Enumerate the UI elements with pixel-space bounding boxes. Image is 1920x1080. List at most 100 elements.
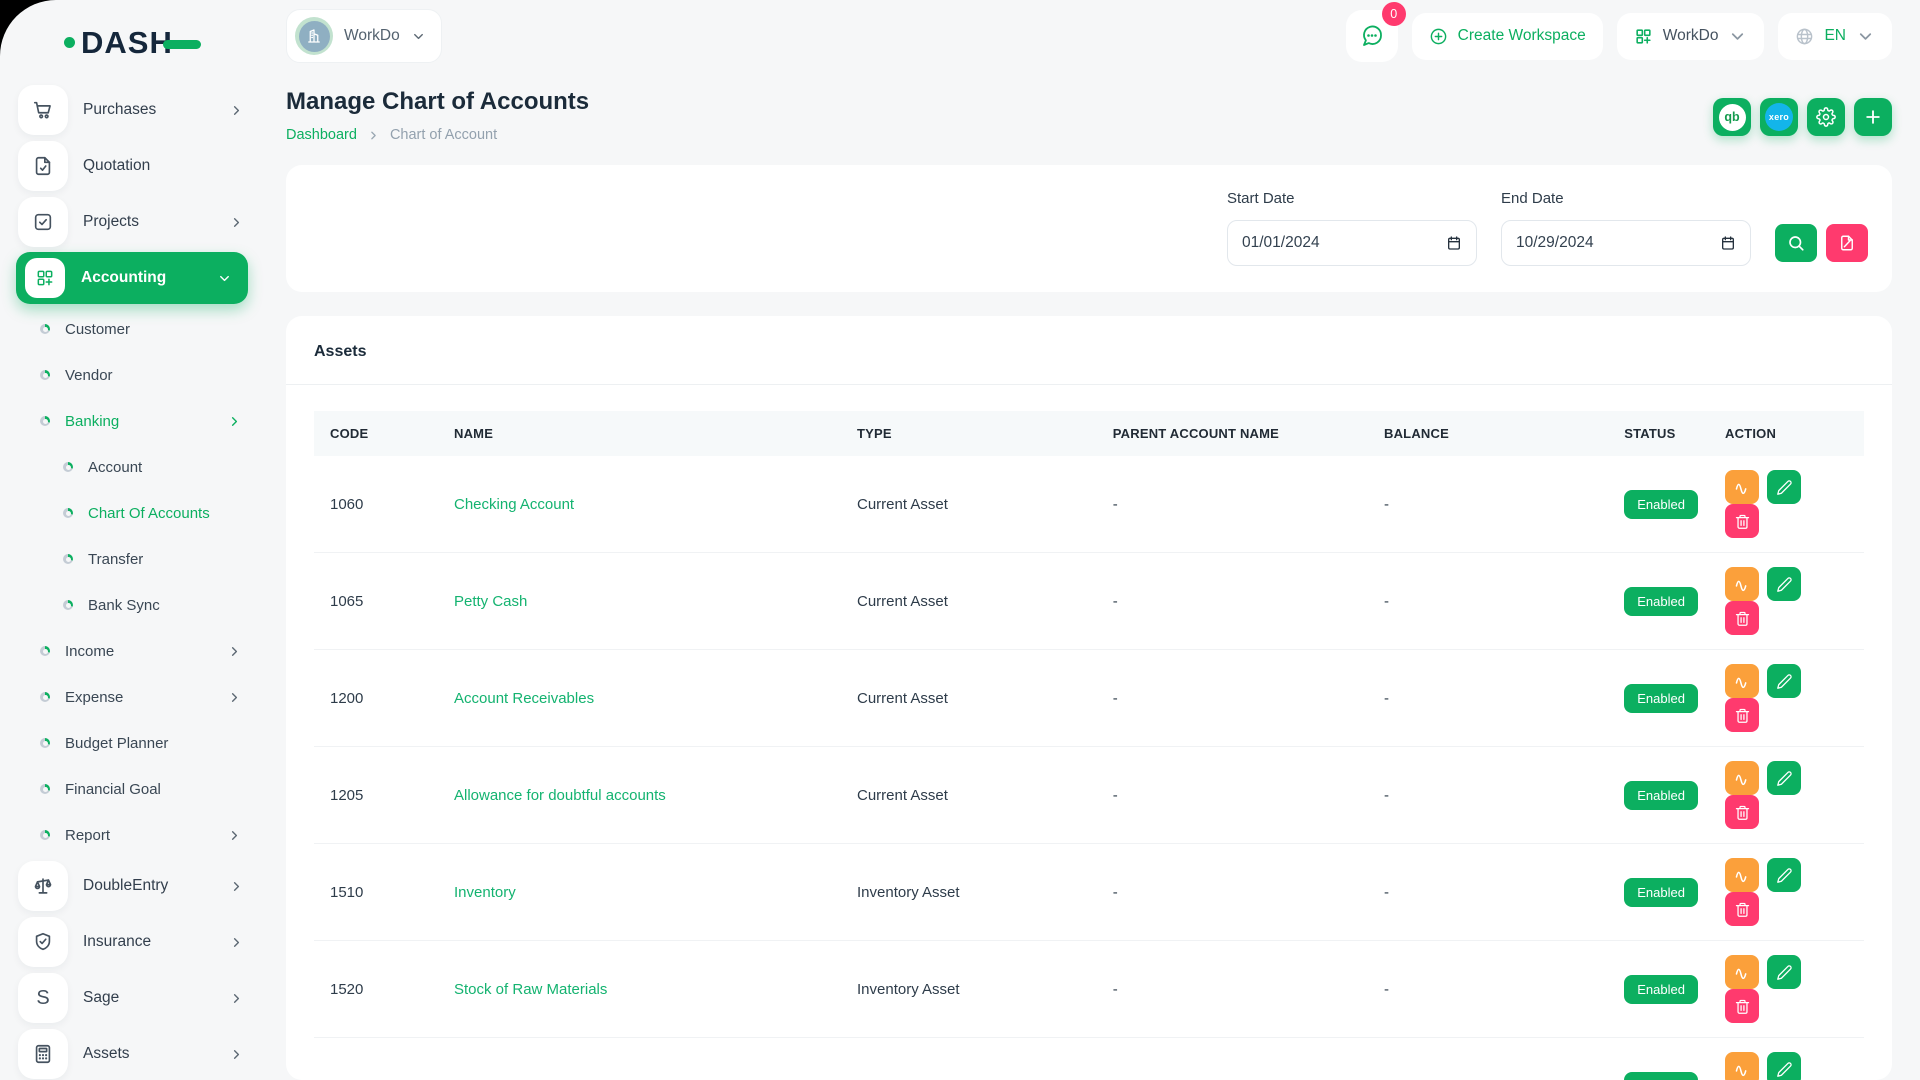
sidebar-item-income[interactable]: Income	[0, 628, 264, 674]
xero-button[interactable]: xero	[1760, 98, 1798, 136]
start-date-value: 01/01/2024	[1242, 234, 1320, 252]
account-name-link[interactable]: Account Receivables	[454, 690, 594, 707]
edit-button[interactable]	[1767, 470, 1801, 504]
activity-button[interactable]	[1725, 761, 1759, 795]
messages-button[interactable]: 0	[1346, 10, 1398, 62]
sidebar-item-quotation[interactable]: Quotation	[0, 138, 264, 194]
sidebar-item-financial-goal[interactable]: Financial Goal	[0, 766, 264, 812]
activity-button[interactable]	[1725, 858, 1759, 892]
calendar-icon[interactable]	[1720, 235, 1736, 251]
sidebar-item-projects[interactable]: Projects	[0, 194, 264, 250]
activity-button[interactable]	[1725, 1052, 1759, 1080]
status-badge[interactable]: Enabled	[1624, 490, 1698, 519]
activity-button[interactable]	[1725, 470, 1759, 504]
account-name-link[interactable]: Stock of Raw Materials	[454, 981, 607, 998]
sidebar-item-label: Quotation	[83, 157, 244, 175]
sidebar-item-transfer[interactable]: Transfer	[0, 536, 264, 582]
create-workspace-button[interactable]: Create Workspace	[1412, 13, 1603, 60]
end-date-input[interactable]: 10/29/2024	[1501, 220, 1751, 266]
cart-icon	[32, 99, 54, 121]
cart-iconbox	[18, 85, 68, 135]
sidebar-item-account[interactable]: Account	[0, 444, 264, 490]
topbar: WorkDo 0 Create Workspace	[286, 0, 1892, 72]
sidebar-item-banking[interactable]: Banking	[0, 398, 264, 444]
workspace-selector[interactable]: WorkDo	[286, 9, 442, 63]
sidebar-item-vendor[interactable]: Vendor	[0, 352, 264, 398]
sidebar-item-insurance[interactable]: Insurance	[0, 914, 264, 970]
status-badge[interactable]: Enabled	[1624, 878, 1698, 907]
sage-s-iconbox: S	[18, 973, 68, 1023]
sidebar-item-expense[interactable]: Expense	[0, 674, 264, 720]
reset-filter-button[interactable]	[1826, 224, 1868, 262]
chevron-down-icon	[1728, 27, 1747, 46]
sidebar-item-purchases[interactable]: Purchases	[0, 82, 264, 138]
sidebar-item-label: Transfer	[88, 551, 242, 568]
sidebar-item-label: Projects	[83, 213, 214, 231]
brand-logo[interactable]: DASH	[0, 16, 264, 68]
chevron-down-icon	[1856, 27, 1875, 46]
settings-button[interactable]	[1807, 98, 1845, 136]
sidebar-item-double-entry[interactable]: DoubleEntry	[0, 858, 264, 914]
cell-status: Enabled	[1608, 747, 1709, 844]
account-name-link[interactable]: Inventory	[454, 884, 516, 901]
status-badge[interactable]: Enabled	[1624, 1072, 1698, 1080]
sidebar-item-sage[interactable]: SSage	[0, 970, 264, 1026]
accounts-table: CODENAMETYPEPARENT ACCOUNT NAMEBALANCEST…	[314, 411, 1864, 1080]
status-badge[interactable]: Enabled	[1624, 587, 1698, 616]
cell-action	[1709, 456, 1864, 553]
sidebar-item-assets[interactable]: Assets	[0, 1026, 264, 1080]
sidebar-item-report[interactable]: Report	[0, 812, 264, 858]
language-dropdown[interactable]: EN	[1778, 13, 1892, 60]
activity-button[interactable]	[1725, 567, 1759, 601]
sidebar-item-bank-sync[interactable]: Bank Sync	[0, 582, 264, 628]
activity-button[interactable]	[1725, 664, 1759, 698]
account-name-link[interactable]: Checking Account	[454, 496, 574, 513]
bullet-icon	[63, 600, 73, 610]
sidebar-item-accounting[interactable]: Accounting	[16, 252, 248, 304]
pencil-icon	[1776, 576, 1793, 593]
delete-button[interactable]	[1725, 795, 1759, 829]
delete-button[interactable]	[1725, 601, 1759, 635]
status-badge[interactable]: Enabled	[1624, 781, 1698, 810]
breadcrumb: Dashboard Chart of Account	[286, 127, 589, 143]
breadcrumb-dashboard-link[interactable]: Dashboard	[286, 127, 357, 143]
add-account-button[interactable]	[1854, 98, 1892, 136]
account-name-link[interactable]: Allowance for doubtful accounts	[454, 787, 666, 804]
cell-balance: -	[1368, 1038, 1608, 1080]
edit-button[interactable]	[1767, 664, 1801, 698]
sidebar-item-budget-planner[interactable]: Budget Planner	[0, 720, 264, 766]
chat-icon	[1360, 24, 1384, 48]
sidebar-item-customer[interactable]: Customer	[0, 306, 264, 352]
cell-parent-account: -	[1097, 844, 1368, 941]
grid-plus-icon	[1634, 27, 1653, 46]
cell-type: Inventory Asset	[841, 844, 1097, 941]
sidebar-item-chart-of-accounts[interactable]: Chart Of Accounts	[0, 490, 264, 536]
create-workspace-label: Create Workspace	[1458, 27, 1586, 45]
edit-button[interactable]	[1767, 858, 1801, 892]
activity-button[interactable]	[1725, 955, 1759, 989]
delete-button[interactable]	[1725, 504, 1759, 538]
chevron-right-icon	[229, 991, 244, 1006]
delete-button[interactable]	[1725, 698, 1759, 732]
edit-button[interactable]	[1767, 1052, 1801, 1080]
edit-button[interactable]	[1767, 761, 1801, 795]
apply-filter-button[interactable]	[1775, 224, 1817, 262]
edit-button[interactable]	[1767, 567, 1801, 601]
quickbooks-button[interactable]: qb	[1713, 98, 1751, 136]
start-date-input[interactable]: 01/01/2024	[1227, 220, 1477, 266]
delete-button[interactable]	[1725, 989, 1759, 1023]
trash-icon	[1734, 901, 1751, 918]
sidebar: DASH Purchases Quotation Projects Accountin…	[0, 0, 264, 1080]
file-check-icon	[32, 155, 54, 177]
status-badge[interactable]: Enabled	[1624, 684, 1698, 713]
edit-button[interactable]	[1767, 955, 1801, 989]
status-badge[interactable]: Enabled	[1624, 975, 1698, 1004]
calendar-icon[interactable]	[1446, 235, 1462, 251]
sidebar-item-label: Account	[88, 459, 242, 476]
account-name-link[interactable]: Petty Cash	[454, 593, 527, 610]
quickbooks-icon: qb	[1719, 104, 1746, 131]
cell-balance: -	[1368, 650, 1608, 747]
delete-button[interactable]	[1725, 892, 1759, 926]
app-switcher-dropdown[interactable]: WorkDo	[1617, 13, 1765, 60]
trash-icon	[1734, 707, 1751, 724]
